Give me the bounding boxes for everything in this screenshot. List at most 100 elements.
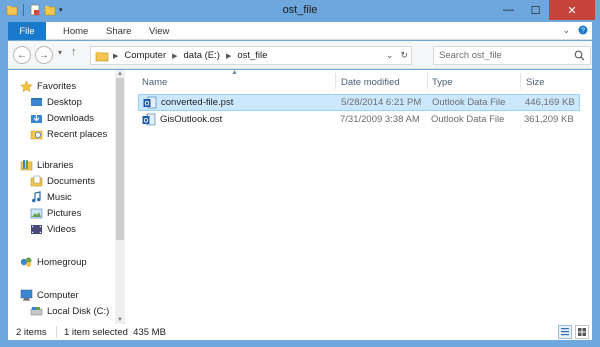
search-icon[interactable] (574, 50, 585, 61)
refresh-icon[interactable]: ↻ (400, 50, 408, 61)
recent-locations-icon[interactable]: ▾ (58, 48, 62, 57)
sort-ascending-icon: ▲ (231, 69, 238, 76)
nav-item-downloads[interactable]: Downloads (30, 112, 94, 124)
file-list: ▲ Name Date modified Type Size O convert… (134, 69, 592, 324)
tab-file[interactable]: File (8, 22, 46, 40)
table-row[interactable]: O GisOutlook.ost 7/31/2009 3:38 AM Outlo… (138, 112, 580, 129)
svg-text:O: O (145, 102, 150, 108)
file-type: Outlook Data File (431, 114, 505, 125)
column-divider[interactable] (520, 73, 521, 89)
outlook-pst-file-icon: O (143, 96, 157, 109)
breadcrumb-folder[interactable]: ost_file (237, 50, 267, 61)
address-dropdown-icon[interactable]: ⌄ (386, 50, 394, 61)
nav-item-documents-label: Documents (47, 175, 96, 187)
tab-view[interactable]: View (149, 22, 169, 40)
music-icon (32, 191, 41, 203)
minimize-button[interactable]: — (495, 0, 522, 20)
column-divider[interactable] (335, 73, 336, 89)
documents-icon (30, 175, 43, 187)
nav-item-local-disk[interactable]: Local Disk (C:) (30, 305, 109, 317)
nav-computer-label: Computer (37, 289, 79, 301)
large-icons-view-icon (578, 328, 586, 336)
column-header-size[interactable]: Size (526, 74, 544, 90)
nav-favorites[interactable]: Favorites (20, 80, 76, 93)
nav-item-pictures-label: Pictures (47, 207, 82, 219)
search-placeholder: Search ost_file (439, 50, 502, 61)
recent-places-icon (30, 130, 43, 140)
details-view-icon (561, 328, 569, 336)
nav-libraries[interactable]: Libraries (20, 159, 73, 171)
close-button[interactable]: ✕ (549, 0, 595, 20)
file-date: 7/31/2009 3:38 AM (340, 114, 420, 125)
status-item-count: 2 items (16, 326, 47, 338)
navigation-pane: Favorites Desktop Downloads Recent place… (8, 70, 124, 324)
nav-item-documents[interactable]: Documents (30, 175, 95, 187)
outlook-ost-file-icon: O (142, 113, 156, 126)
nav-item-videos-label: Videos (47, 223, 76, 235)
nav-item-recent-places-label: Recent places (47, 128, 108, 140)
tab-share[interactable]: Share (106, 22, 131, 40)
nav-item-desktop[interactable]: Desktop (30, 96, 82, 108)
navigation-scrollbar[interactable]: ▲ ▼ (115, 70, 125, 324)
chevron-right-icon[interactable]: ▶ (172, 52, 177, 60)
nav-libraries-label: Libraries (37, 159, 74, 171)
column-header-type[interactable]: Type (432, 74, 453, 90)
maximize-button[interactable]: ☐ (522, 0, 549, 20)
back-arrow-icon: ← (17, 49, 27, 61)
search-input[interactable]: Search ost_file (433, 46, 591, 65)
back-button[interactable]: ← (13, 46, 31, 64)
title-bar[interactable]: ▾ ost_file — ☐ ✕ (0, 0, 600, 22)
nav-favorites-label: Favorites (37, 81, 77, 92)
scroll-up-icon[interactable]: ▲ (116, 70, 124, 78)
nav-item-music-label: Music (47, 191, 72, 203)
breadcrumb-drive[interactable]: data (E:) (184, 50, 220, 61)
nav-homegroup[interactable]: Homegroup (20, 256, 87, 268)
svg-text:?: ? (581, 28, 585, 35)
nav-item-downloads-label: Downloads (47, 112, 94, 124)
up-arrow-icon[interactable]: ↑ (71, 46, 77, 58)
homegroup-icon (20, 257, 32, 267)
nav-computer[interactable]: Computer (20, 289, 79, 301)
column-header-date[interactable]: Date modified (341, 74, 400, 90)
nav-item-pictures[interactable]: Pictures (30, 207, 81, 219)
explorer-window: ▾ ost_file — ☐ ✕ File Home Share View ⌄ … (0, 0, 600, 347)
star-icon (20, 80, 33, 93)
address-bar[interactable]: ▶ Computer ▶ data (E:) ▶ ost_file ⌄ ↻ (90, 46, 412, 65)
file-size: 361,209 KB (524, 114, 574, 125)
file-date: 5/28/2014 6:21 PM (341, 97, 422, 108)
nav-item-music[interactable]: Music (30, 191, 72, 203)
main-area: Favorites Desktop Downloads Recent place… (8, 69, 592, 324)
downloads-icon (31, 113, 42, 123)
help-icon[interactable]: ? (578, 25, 588, 35)
column-divider[interactable] (427, 73, 428, 89)
scroll-down-icon[interactable]: ▼ (116, 316, 124, 324)
status-bar: 2 items 1 item selected 435 MB (8, 324, 592, 340)
status-separator (56, 326, 57, 338)
large-icons-view-button[interactable] (575, 325, 589, 339)
chevron-right-icon[interactable]: ▶ (113, 52, 118, 60)
forward-arrow-icon: → (39, 49, 49, 61)
folder-icon (95, 51, 109, 61)
nav-item-local-disk-label: Local Disk (C:) (47, 305, 110, 317)
breadcrumb-computer[interactable]: Computer (124, 50, 166, 61)
tab-home[interactable]: Home (63, 22, 88, 40)
chevron-right-icon[interactable]: ▶ (226, 52, 231, 60)
forward-button[interactable]: → (35, 46, 53, 64)
nav-item-recent-places[interactable]: Recent places (30, 128, 107, 140)
file-type: Outlook Data File (432, 97, 506, 108)
chevron-down-icon[interactable]: ⌄ (562, 25, 570, 36)
column-header-name[interactable]: Name (142, 74, 167, 90)
nav-item-videos[interactable]: Videos (30, 223, 76, 235)
svg-text:O: O (144, 119, 149, 125)
file-name: GisOutlook.ost (160, 114, 223, 125)
status-selection: 1 item selected 435 MB (64, 326, 166, 338)
details-view-button[interactable] (558, 325, 572, 339)
computer-icon (20, 289, 33, 301)
scrollbar-thumb[interactable] (116, 78, 124, 240)
videos-icon (31, 225, 42, 234)
table-row[interactable]: O converted-file.pst 5/28/2014 6:21 PM O… (138, 94, 580, 111)
libraries-icon (20, 160, 33, 171)
file-name: converted-file.pst (161, 97, 234, 108)
address-row: ← → ▾ ↑ ▶ Computer ▶ data (E:) ▶ ost_fil… (8, 41, 592, 69)
nav-item-desktop-label: Desktop (47, 96, 82, 108)
